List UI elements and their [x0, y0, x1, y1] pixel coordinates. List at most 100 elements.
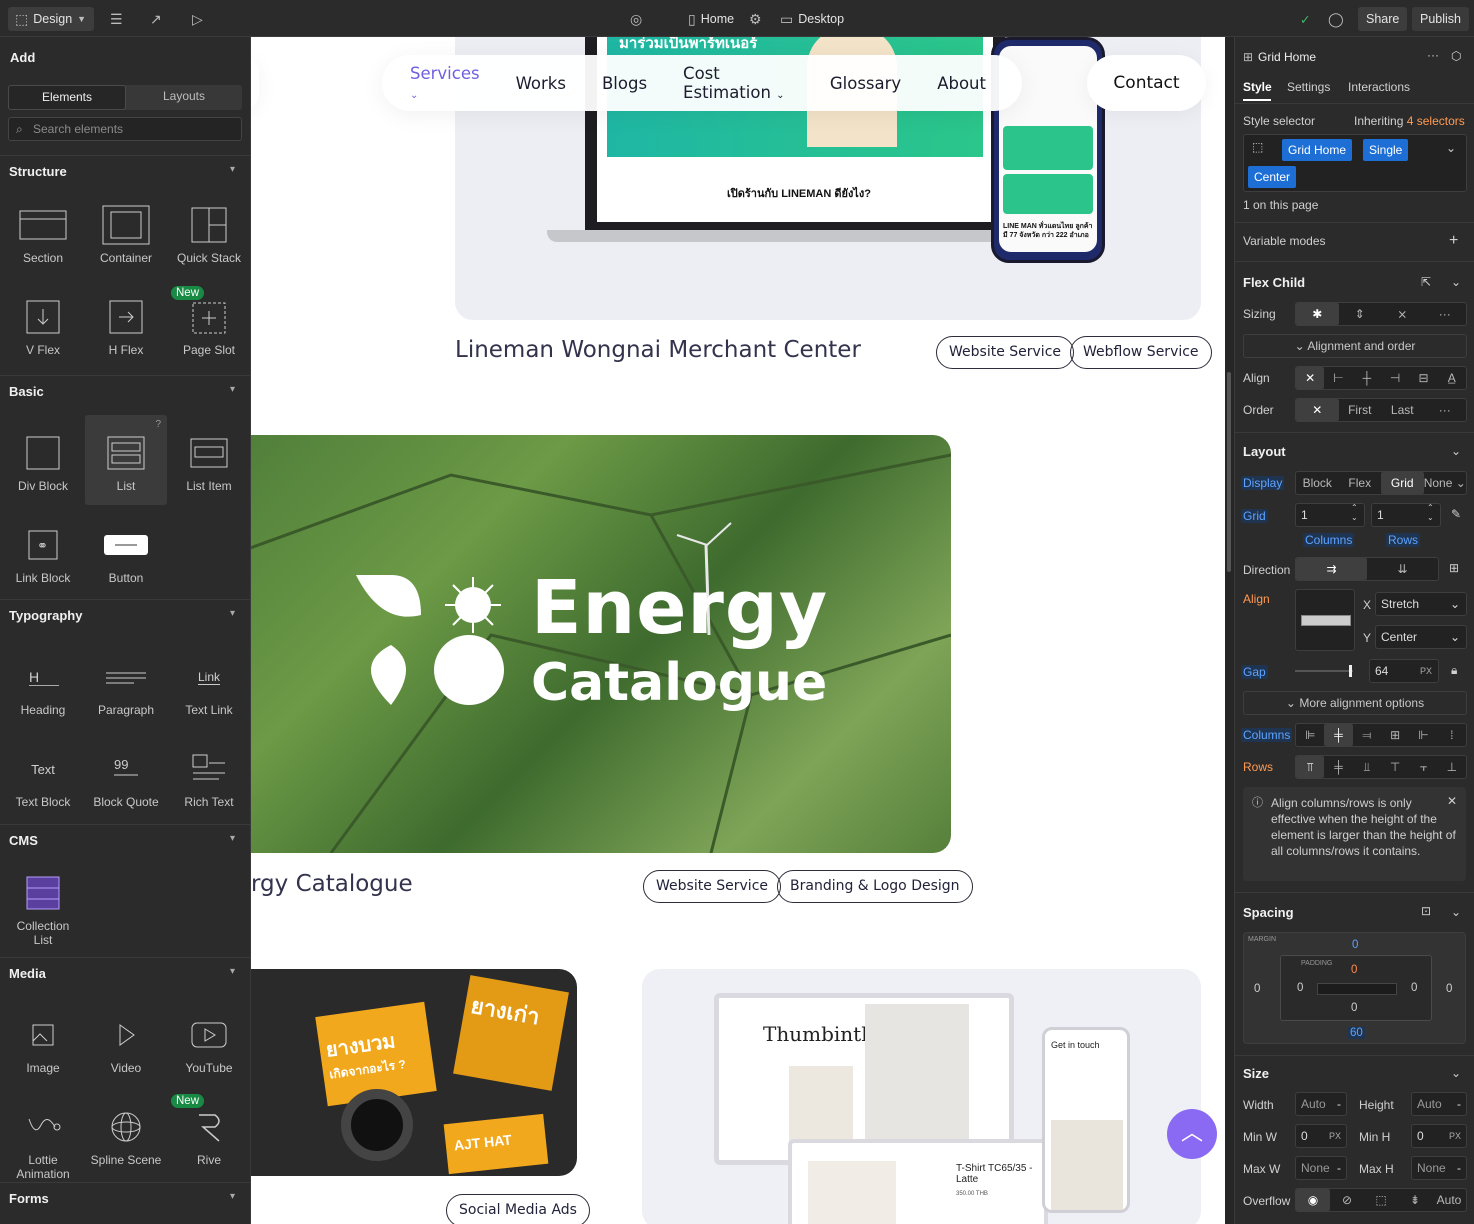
tab-interactions[interactable]: Interactions: [1348, 80, 1410, 94]
tag-button[interactable]: Website Service: [936, 336, 1074, 369]
row-align-between-icon[interactable]: ⫟: [1409, 756, 1437, 778]
nav-cost-estimation[interactable]: Cost Estimation ⌄: [683, 64, 794, 102]
margin-right-value[interactable]: 0: [1446, 983, 1452, 995]
flex-child-expand-icon[interactable]: ⇱: [1421, 275, 1431, 289]
order-more-icon[interactable]: ···: [1424, 399, 1467, 421]
gap-slider[interactable]: [1295, 665, 1353, 677]
publish-button[interactable]: Publish: [1412, 7, 1469, 31]
min-height-input[interactable]: 0 PX: [1411, 1124, 1467, 1148]
align-grid-control[interactable]: [1295, 589, 1355, 651]
project-title[interactable]: rgy Catalogue: [251, 871, 413, 897]
nav-blogs[interactable]: Blogs: [602, 74, 647, 93]
tab-layouts[interactable]: Layouts: [126, 85, 242, 110]
overflow-clip-icon[interactable]: ⇟: [1398, 1189, 1432, 1211]
tab-settings[interactable]: Settings: [1287, 80, 1330, 94]
element-section[interactable]: Section: [2, 187, 84, 277]
order-auto-icon[interactable]: ✕: [1296, 399, 1339, 421]
columns-align-control[interactable]: ⊫ ╪ ⫤ ⊞ ⊩ ⁞: [1295, 723, 1467, 747]
nav-about[interactable]: About: [937, 74, 986, 93]
breakpoint-selector[interactable]: ▭ Desktop: [780, 7, 844, 31]
page-selector[interactable]: ▯ Home: [688, 7, 734, 31]
order-last[interactable]: Last: [1381, 399, 1424, 421]
nav-services[interactable]: Services ⌄: [410, 64, 480, 102]
sizing-segmented-control[interactable]: ✱ ⇕ ⨯ ···: [1295, 302, 1467, 326]
thumbinthai-project-image[interactable]: Thumbinthai T-Shirt TC65/35 - Latte 350.…: [642, 969, 1201, 1224]
row-align-center-icon[interactable]: ╪: [1324, 756, 1352, 778]
padding-top-value[interactable]: 0: [1351, 964, 1357, 976]
display-flex[interactable]: Flex: [1339, 472, 1382, 494]
align-auto-icon[interactable]: ✕: [1296, 367, 1325, 389]
canvas-scrollbar[interactable]: [1225, 37, 1234, 1224]
section-basic[interactable]: Basic ▾: [0, 375, 250, 399]
display-none[interactable]: None ⌄: [1424, 472, 1467, 494]
display-segmented-control[interactable]: Block Flex Grid None ⌄: [1295, 471, 1467, 495]
padding-bottom-value[interactable]: 0: [1351, 1002, 1357, 1014]
element-block-quote[interactable]: 99 Block Quote: [85, 731, 167, 821]
gap-input[interactable]: 64 PX: [1369, 659, 1439, 683]
col-align-start-icon[interactable]: ⊫: [1296, 724, 1324, 746]
spacing-preset-icon[interactable]: ⊡: [1421, 904, 1431, 918]
tab-style[interactable]: Style: [1243, 80, 1272, 94]
section-media[interactable]: Media ▾: [0, 957, 250, 981]
padding-right-value[interactable]: 0: [1411, 982, 1417, 994]
globe-icon[interactable]: ◎: [630, 7, 642, 31]
element-rich-text[interactable]: Rich Text: [168, 731, 250, 821]
tag-button[interactable]: Webflow Service: [1070, 336, 1212, 369]
stepper-icon[interactable]: ⌃ ⌄: [1427, 503, 1434, 523]
design-mode-button[interactable]: ⬚ Design ▼: [8, 7, 94, 31]
element-heading[interactable]: H Heading: [2, 639, 84, 729]
selector-chip[interactable]: Single: [1363, 139, 1409, 161]
col-align-around-icon[interactable]: ⁞: [1438, 724, 1466, 746]
element-list[interactable]: ? List: [85, 415, 167, 505]
element-container[interactable]: Container: [85, 187, 167, 277]
align-x-select[interactable]: Stretch ⌄: [1375, 592, 1467, 616]
search-elements-input[interactable]: ⌕ Search elements: [8, 117, 242, 141]
element-link-block[interactable]: ⚭ Link Block: [2, 507, 84, 597]
margin-left-value[interactable]: 0: [1254, 983, 1260, 995]
chevron-down-icon[interactable]: ⌄: [1451, 275, 1461, 289]
element-v-flex[interactable]: V Flex: [2, 279, 84, 369]
preview-play-icon[interactable]: ▷: [192, 7, 203, 31]
tire-ads-image[interactable]: ยางบวม เกิดจากอะไร ? ยางเก่า AJT HAT: [251, 969, 577, 1176]
padding-left-value[interactable]: 0: [1297, 982, 1303, 994]
help-icon[interactable]: ?: [155, 419, 161, 430]
tag-button[interactable]: Social Media Ads: [446, 1194, 590, 1224]
alignment-order-toggle[interactable]: ⌄ Alignment and order: [1243, 334, 1467, 358]
element-lottie-animation[interactable]: Lottie Animation: [2, 1089, 84, 1181]
height-input[interactable]: Auto -: [1411, 1092, 1467, 1116]
tab-elements[interactable]: Elements: [8, 85, 126, 110]
scrollbar-thumb[interactable]: [1227, 372, 1231, 572]
element-rive[interactable]: Rive: [168, 1089, 250, 1179]
close-icon[interactable]: ✕: [1447, 793, 1457, 809]
overflow-visible-icon[interactable]: ◉: [1296, 1189, 1330, 1211]
element-video[interactable]: Video: [85, 997, 167, 1087]
nav-works[interactable]: Works: [516, 74, 566, 93]
lock-icon[interactable]: 🔒︎: [1451, 663, 1457, 678]
section-structure[interactable]: Structure ▾: [0, 155, 250, 179]
element-text-link[interactable]: Link Text Link: [168, 639, 250, 729]
sizing-grow-icon[interactable]: ⇕: [1339, 303, 1382, 325]
overflow-auto[interactable]: Auto: [1432, 1189, 1466, 1211]
more-options-icon[interactable]: ···: [1427, 48, 1439, 62]
grid-options-icon[interactable]: ⊞: [1449, 561, 1459, 575]
element-page-slot[interactable]: Page Slot: [168, 279, 250, 369]
display-block[interactable]: Block: [1296, 472, 1339, 494]
display-grid[interactable]: Grid: [1381, 472, 1424, 494]
row-align-end-icon[interactable]: ⫫: [1353, 756, 1381, 778]
element-list-item[interactable]: List Item: [168, 415, 250, 505]
padding-box[interactable]: PADDING 0 0 0 0: [1280, 955, 1432, 1021]
max-height-input[interactable]: None -: [1411, 1156, 1467, 1180]
order-first[interactable]: First: [1339, 399, 1382, 421]
energy-catalogue-image[interactable]: Energy Catalogue: [251, 435, 951, 853]
row-align-around-icon[interactable]: ⊥: [1438, 756, 1466, 778]
col-align-center-icon[interactable]: ╪: [1324, 724, 1353, 746]
col-align-end-icon[interactable]: ⫤: [1353, 724, 1381, 746]
project-title[interactable]: Lineman Wongnai Merchant Center: [455, 337, 861, 363]
selector-chip[interactable]: Grid Home: [1282, 139, 1353, 161]
align-start-icon[interactable]: ⊢: [1324, 367, 1352, 389]
chevron-down-icon[interactable]: ⌄: [1451, 444, 1461, 458]
analytics-icon[interactable]: ↗: [150, 7, 162, 31]
chevron-down-icon[interactable]: ⌄: [1446, 141, 1456, 155]
overflow-segmented-control[interactable]: ◉ ⊘ ⬚ ⇟ Auto: [1295, 1188, 1467, 1212]
element-div-block[interactable]: Div Block: [2, 415, 84, 505]
